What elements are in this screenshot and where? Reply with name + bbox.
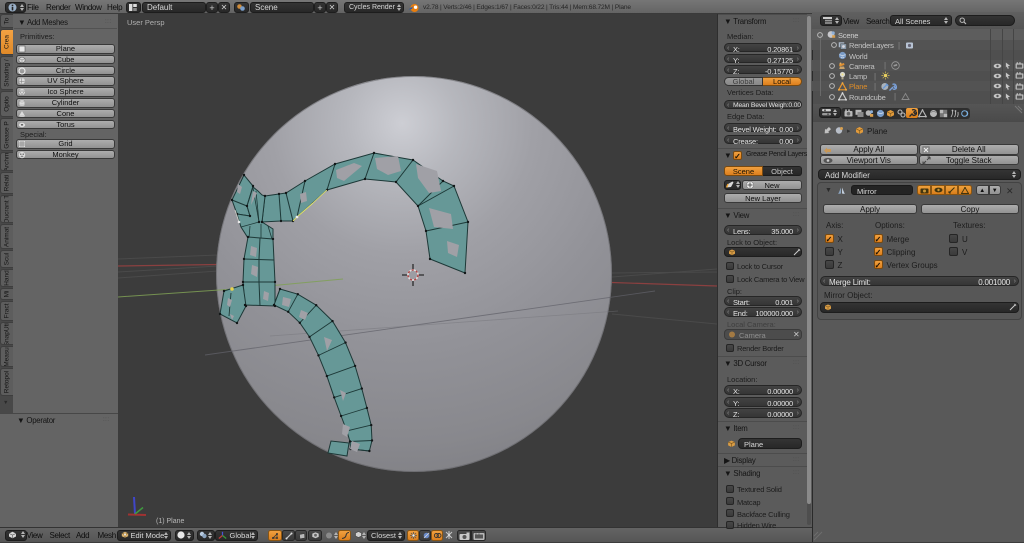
svg-text:(1) Plane: (1) Plane: [156, 518, 185, 525]
svg-text:User Persp: User Persp: [127, 18, 165, 27]
